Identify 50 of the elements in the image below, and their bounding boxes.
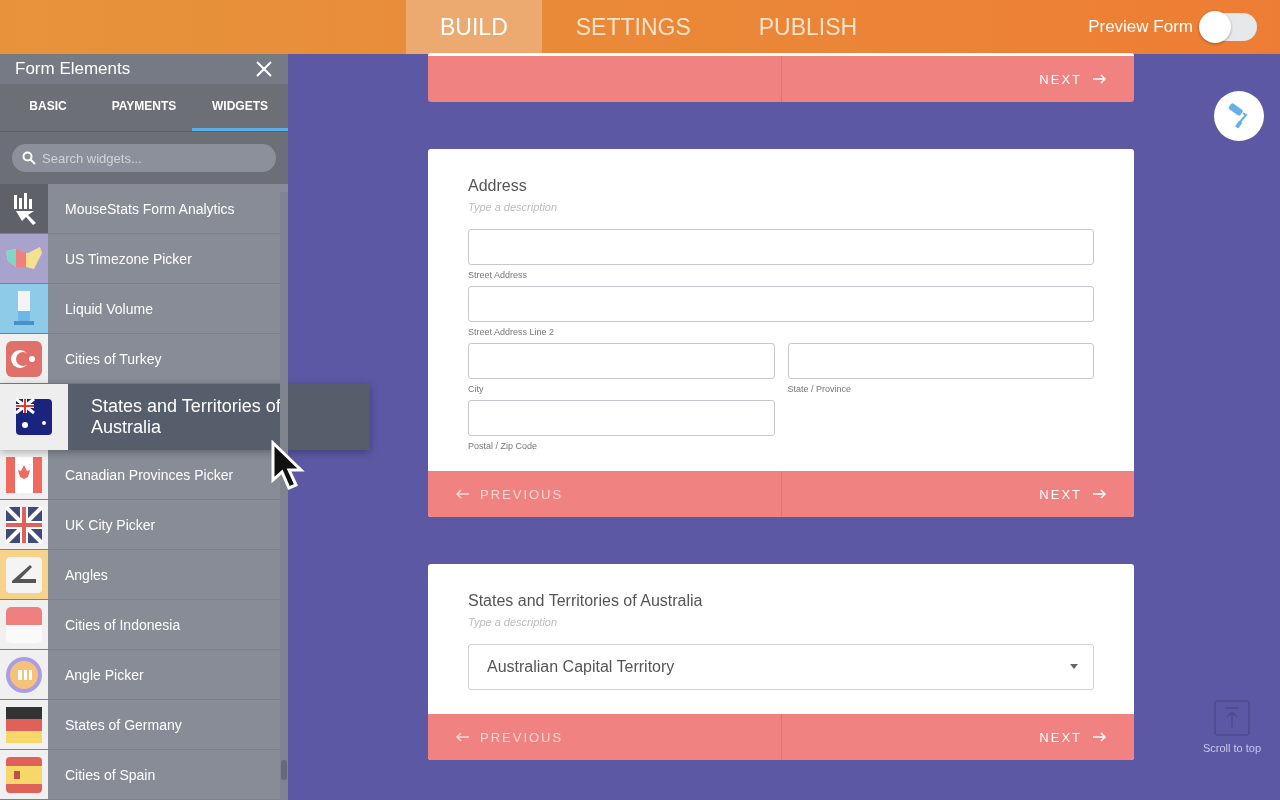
previous-button[interactable]: PREVIOUS [450, 485, 570, 503]
next-button[interactable]: NEXT [1033, 728, 1112, 746]
field-title: States and Territories of Australia [468, 592, 704, 610]
field-sublabel: Postal / Zip Code [468, 441, 539, 451]
widget-item[interactable]: Cities of Spain [0, 750, 280, 800]
nav-tab[interactable]: SETTINGS [541, 0, 725, 54]
search-field[interactable]: Search widgets... [12, 144, 276, 172]
text-input[interactable] [787, 343, 1094, 379]
next-button[interactable]: NEXT [1033, 485, 1112, 503]
field-sublabel: Street Address Line 2 [468, 327, 556, 337]
field-description: Type a description [468, 201, 559, 213]
nav-tab[interactable]: PUBLISH [724, 0, 892, 54]
widget-item[interactable]: UK City Picker [0, 500, 280, 550]
next-button[interactable]: NEXT [1033, 70, 1112, 88]
category-tab[interactable]: BASIC [0, 83, 96, 131]
previous-button[interactable]: PREVIOUS [450, 728, 570, 746]
text-input[interactable] [468, 400, 775, 436]
widget-item[interactable]: Angles [0, 550, 280, 600]
widget-item[interactable]: Angle Picker [0, 650, 280, 700]
close-icon[interactable] [255, 59, 273, 78]
panel-title: Form Elements [15, 58, 131, 79]
widget-item[interactable]: MouseStats Form Analytics [0, 184, 280, 234]
field-title: Address [468, 177, 528, 195]
widget-item[interactable]: Cities of Indonesia [0, 600, 280, 650]
scroll-top-icon[interactable] [1214, 700, 1250, 736]
field-sublabel: Street Address [468, 270, 529, 280]
category-tab[interactable]: PAYMENTS [96, 83, 192, 131]
nav-tab[interactable]: BUILD [406, 0, 542, 54]
caret-icon [1069, 664, 1079, 670]
scrollbar[interactable] [280, 192, 288, 800]
text-input[interactable] [468, 286, 1094, 322]
arrow-left-icon [456, 732, 470, 742]
arrow-right-icon [1092, 74, 1106, 84]
field-description: Type a description [468, 616, 559, 628]
arrow-left-icon [456, 489, 470, 499]
widget-item[interactable]: States of Germany [0, 700, 280, 750]
field-sublabel: City [468, 384, 485, 394]
scroll-top-label[interactable]: Scroll to top [1202, 742, 1262, 754]
widget-item[interactable]: US Timezone Picker [0, 234, 280, 284]
preview-toggle[interactable] [1201, 13, 1257, 41]
field-sublabel: State / Province [787, 384, 853, 394]
theme-button[interactable] [1214, 91, 1264, 141]
arrow-right-icon [1092, 489, 1106, 499]
text-input[interactable] [468, 229, 1094, 265]
preview-label: Preview Form [1088, 17, 1193, 37]
arrow-right-icon [1092, 732, 1106, 742]
widget-item[interactable]: States and Territories of Australia [0, 384, 370, 450]
dropdown-field[interactable]: Australian Capital Territory [468, 644, 1094, 690]
widget-item[interactable]: Liquid Volume [0, 284, 280, 334]
text-input[interactable] [468, 343, 775, 379]
